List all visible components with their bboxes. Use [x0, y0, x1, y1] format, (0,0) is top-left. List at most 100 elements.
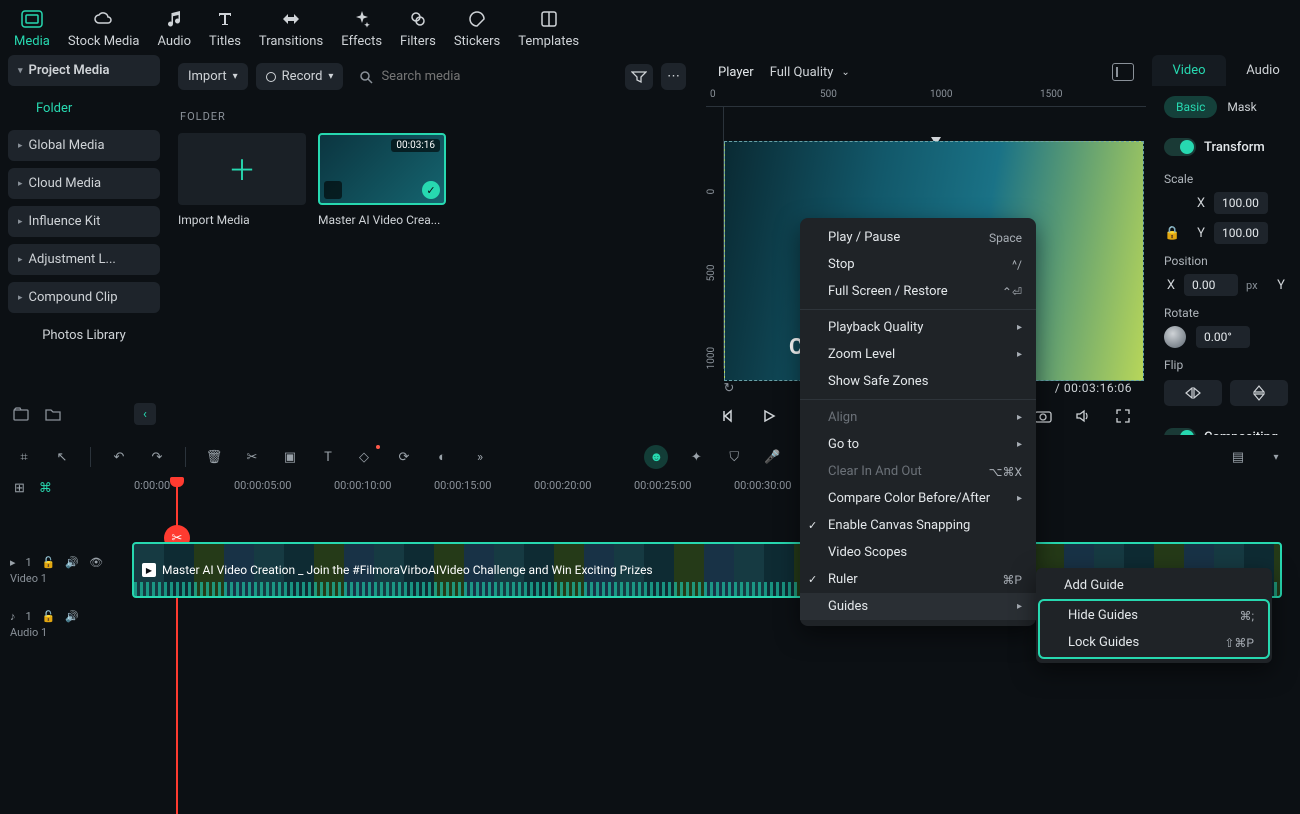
- new-bin-icon[interactable]: [12, 405, 30, 423]
- sidebar-compound-clip[interactable]: ▸Compound Clip: [8, 282, 160, 313]
- playhead[interactable]: ✂: [176, 479, 178, 814]
- menu-safe-zones[interactable]: Show Safe Zones: [800, 368, 1036, 395]
- loop-icon[interactable]: ↻: [720, 379, 738, 397]
- top-nav: Media Stock Media Audio Titles Transitio…: [0, 0, 1300, 55]
- tab-filters[interactable]: Filters: [400, 8, 436, 49]
- scale-x-field[interactable]: 100.00: [1214, 192, 1268, 214]
- view-mode-icon[interactable]: ▤: [1228, 447, 1248, 467]
- shield-icon[interactable]: ⛉: [724, 447, 744, 467]
- lock-track-icon[interactable]: 🔓: [42, 556, 56, 569]
- undo-icon[interactable]: ↶: [109, 447, 129, 467]
- subtab-mask[interactable]: Mask: [1227, 96, 1256, 118]
- menu-fullscreen[interactable]: Full Screen / Restore⌃⏎: [800, 278, 1036, 305]
- scale-label: Scale: [1152, 166, 1300, 188]
- rotate-label: Rotate: [1152, 300, 1300, 322]
- keyframe-icon[interactable]: ◇: [356, 447, 376, 467]
- menu-zoom-level[interactable]: Zoom Level▸: [800, 341, 1036, 368]
- tab-audio[interactable]: Audio: [158, 8, 191, 49]
- menu-compare-color[interactable]: Compare Color Before/After▸: [800, 485, 1036, 512]
- tab-templates[interactable]: Templates: [518, 8, 579, 49]
- sidebar-global-media[interactable]: ▸Global Media: [8, 130, 160, 161]
- menu-playback-quality[interactable]: Playback Quality▸: [800, 314, 1036, 341]
- folder-icon[interactable]: [44, 405, 62, 423]
- ai-icon[interactable]: ☻: [644, 445, 668, 469]
- pos-x-field[interactable]: 0.00: [1184, 274, 1238, 296]
- submenu-hide-guides[interactable]: Hide Guides⌘;: [1040, 602, 1268, 629]
- flip-vertical-button[interactable]: [1230, 380, 1288, 406]
- inspector-panel: Video Audio Basic Mask Transform Scale X…: [1152, 55, 1300, 435]
- text-tool-icon[interactable]: T: [318, 447, 338, 467]
- search-input[interactable]: [381, 69, 541, 84]
- record-button[interactable]: Record▾: [256, 63, 344, 90]
- menu-stop[interactable]: Stop^/: [800, 251, 1036, 278]
- transform-toggle[interactable]: [1164, 138, 1196, 156]
- visibility-icon[interactable]: 👁: [89, 556, 103, 569]
- mic-icon[interactable]: 🎤: [762, 447, 782, 467]
- chevron-right-icon: ▸: [18, 141, 23, 151]
- magnet-icon[interactable]: ⌗: [14, 447, 34, 467]
- lock-icon[interactable]: 🔒: [1164, 226, 1188, 241]
- media-browser: Import▾ Record▾ ⋯ FOLDER ＋ Import Media …: [168, 55, 696, 435]
- chevron-right-icon: ▸: [18, 179, 23, 189]
- color-icon[interactable]: ◐: [432, 447, 452, 467]
- timeline-ruler[interactable]: 0:00:00 00:00:05:00 00:00:10:00 00:00:15…: [0, 479, 1300, 492]
- more-button[interactable]: ⋯: [661, 63, 686, 90]
- media-clip-tile[interactable]: 00:03:16 ✓ Master AI Video Crea...: [318, 133, 446, 227]
- import-media-tile[interactable]: ＋ Import Media: [178, 133, 306, 227]
- filter-button[interactable]: [625, 64, 653, 90]
- sidebar-folder[interactable]: Folder: [8, 93, 160, 130]
- rotate-dial[interactable]: [1164, 326, 1186, 348]
- crop-icon[interactable]: ▣: [280, 447, 300, 467]
- mute-track-icon[interactable]: 🔊: [65, 610, 79, 623]
- play-button[interactable]: [760, 407, 778, 425]
- quality-dropdown[interactable]: Full Quality⌄: [770, 65, 850, 80]
- snapshot-icon[interactable]: [1112, 63, 1134, 81]
- plus-icon: ＋: [228, 149, 256, 189]
- redo-icon[interactable]: ↷: [147, 447, 167, 467]
- flip-horizontal-button[interactable]: [1164, 380, 1222, 406]
- more-tools-icon[interactable]: »: [470, 447, 490, 467]
- rotate-field[interactable]: 0.00°: [1196, 326, 1250, 348]
- chevron-down-icon[interactable]: ▾: [1266, 447, 1286, 467]
- speed-icon[interactable]: ⟳: [394, 447, 414, 467]
- prev-frame-button[interactable]: [720, 407, 738, 425]
- add-track-icon[interactable]: ⊞: [14, 481, 25, 496]
- menu-goto[interactable]: Go to▸: [800, 431, 1036, 458]
- volume-icon[interactable]: [1074, 407, 1092, 425]
- tab-transitions[interactable]: Transitions: [259, 8, 323, 49]
- import-button[interactable]: Import▾: [178, 63, 248, 90]
- tab-stickers[interactable]: Stickers: [454, 8, 500, 49]
- flip-label: Flip: [1152, 352, 1300, 374]
- sidebar-adjustment-layer[interactable]: ▸Adjustment L...: [8, 244, 160, 275]
- subtab-basic[interactable]: Basic: [1164, 96, 1217, 118]
- pointer-icon[interactable]: ↖: [52, 447, 72, 467]
- menu-snapping[interactable]: ✓Enable Canvas Snapping: [800, 512, 1036, 539]
- menu-play-pause[interactable]: Play / PauseSpace: [800, 224, 1036, 251]
- mute-track-icon[interactable]: 🔊: [65, 556, 79, 569]
- lock-track-icon[interactable]: 🔓: [42, 610, 56, 623]
- delete-icon[interactable]: 🗑: [204, 447, 224, 467]
- inspector-tab-video[interactable]: Video: [1152, 55, 1226, 86]
- collapse-sidebar-button[interactable]: ‹: [134, 403, 156, 425]
- submenu-add-guide[interactable]: Add Guide: [1036, 572, 1272, 599]
- tab-stock-media[interactable]: Stock Media: [68, 8, 140, 49]
- sidebar-influence-kit[interactable]: ▸Influence Kit: [8, 206, 160, 237]
- link-icon[interactable]: ⌘: [39, 481, 52, 496]
- sidebar-cloud-media[interactable]: ▸Cloud Media: [8, 168, 160, 199]
- camera-icon[interactable]: [1034, 407, 1052, 425]
- sidebar-project-media[interactable]: ▾Project Media: [8, 55, 160, 86]
- inspector-tab-audio[interactable]: Audio: [1226, 55, 1300, 86]
- scale-y-field[interactable]: 100.00: [1214, 222, 1268, 244]
- submenu-lock-guides[interactable]: Lock Guides⇧⌘P: [1040, 629, 1268, 656]
- sidebar-photos-library[interactable]: Photos Library: [8, 320, 160, 351]
- fullscreen-icon[interactable]: [1114, 407, 1132, 425]
- gear-icon[interactable]: ✦: [686, 447, 706, 467]
- tab-media[interactable]: Media: [14, 8, 50, 49]
- menu-video-scopes[interactable]: Video Scopes: [800, 539, 1036, 566]
- scissors-icon[interactable]: ✂: [242, 447, 262, 467]
- tab-titles[interactable]: Titles: [209, 8, 241, 49]
- menu-ruler[interactable]: ✓Ruler⌘P: [800, 566, 1036, 593]
- menu-guides[interactable]: Guides▸: [800, 593, 1036, 620]
- compositing-toggle[interactable]: [1164, 428, 1196, 435]
- tab-effects[interactable]: Effects: [341, 8, 382, 49]
